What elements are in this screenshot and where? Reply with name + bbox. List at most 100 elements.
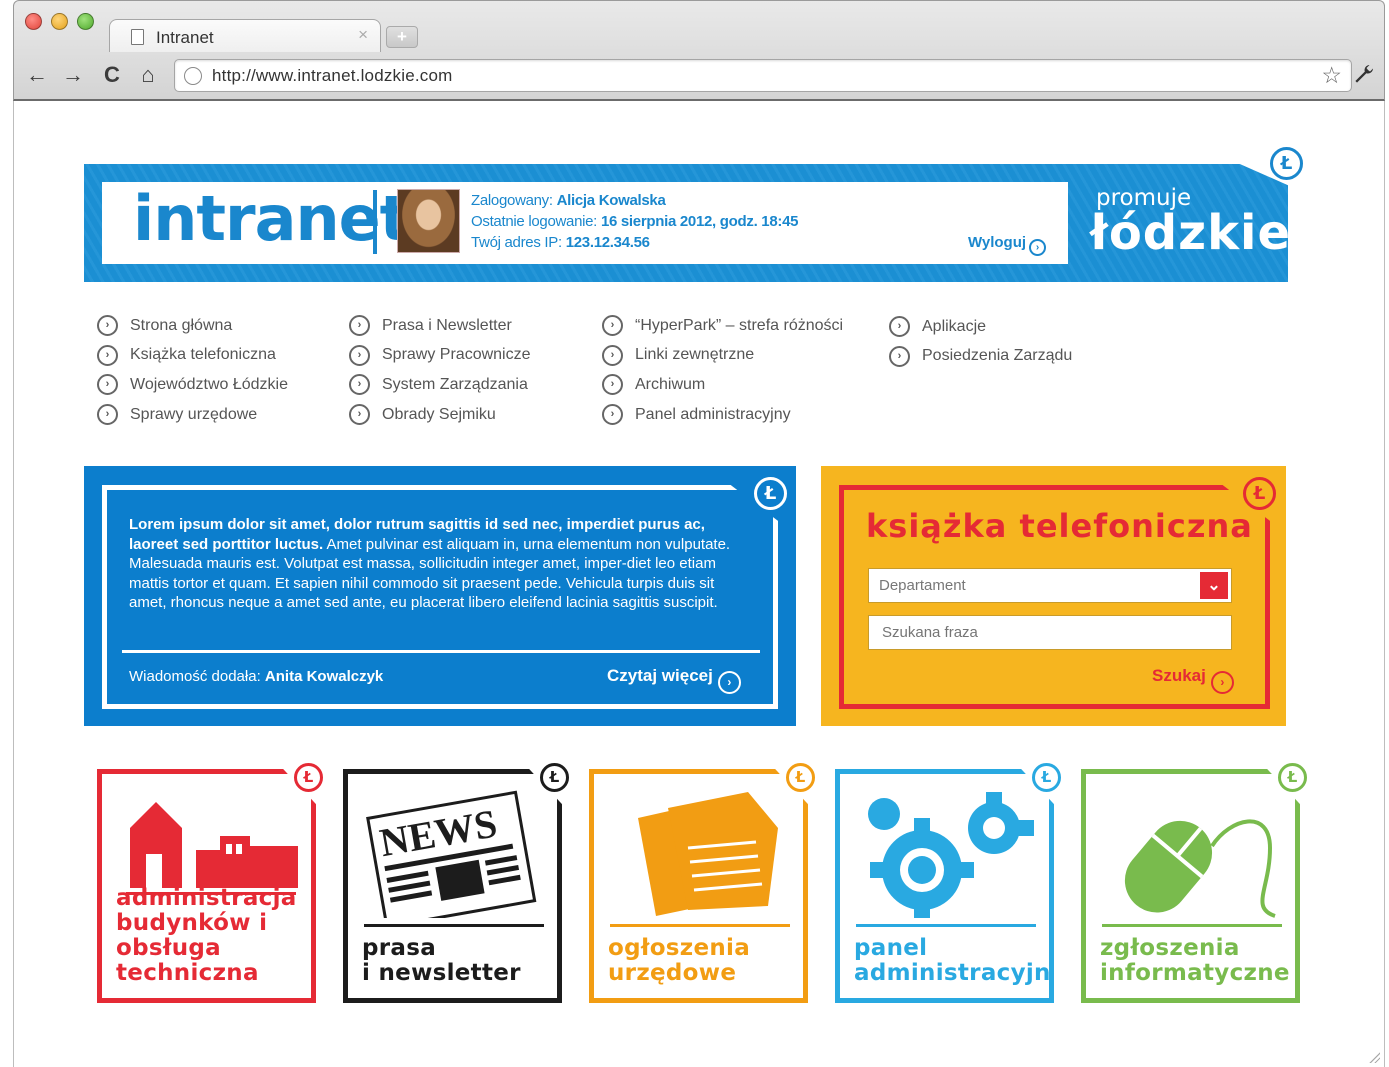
documents-icon (638, 792, 778, 916)
arrow-circle-icon: › (889, 345, 910, 367)
arrow-circle-icon: › (349, 374, 370, 396)
arrow-circle-icon: › (602, 404, 623, 426)
phonebook-title: książka telefoniczna (866, 507, 1253, 545)
menu-item-ksiazka-telefoniczna[interactable]: › Książka telefoniczna (97, 341, 288, 371)
lodzkie-badge-icon: Ł (754, 477, 787, 510)
tile-zgloszenia-informatyczne[interactable]: zgłoszenia informatyczne (1081, 769, 1300, 1003)
ip-value: 123.12.34.56 (565, 234, 650, 251)
search-input[interactable] (868, 615, 1232, 650)
department-value: Departament (879, 577, 966, 594)
tile-label: zgłoszenia informatyczne (1100, 935, 1290, 986)
url-text[interactable]: http://www.intranet.lodzkie.com (212, 66, 453, 86)
arrow-circle-icon: › (349, 344, 370, 366)
menu-item-panel-administracyjny[interactable]: › Panel administracyjny (602, 400, 843, 430)
new-tab-button[interactable]: + (386, 26, 418, 48)
last-login-line: Ostatnie logowanie: 16 sierpnia 2012, go… (471, 213, 799, 230)
avatar (397, 189, 460, 253)
mouse-icon (1124, 819, 1276, 918)
tile-prasa-newsletter[interactable]: NEWS prasa i newsletter (343, 769, 562, 1003)
arrow-circle-icon: › (97, 344, 118, 366)
menu-column-4: › Aplikacje › Posiedzenia Zarządu (889, 312, 1072, 371)
arrow-circle-icon: › (97, 374, 118, 396)
window-close-button[interactable] (25, 13, 42, 30)
menu-column-3: › “HyperPark” – strefa różności › Linki ze… (602, 311, 843, 429)
arrow-circle-icon: › (602, 374, 623, 396)
newspaper-icon: NEWS (366, 790, 537, 918)
department-select[interactable]: Departament ⌄ (868, 568, 1232, 603)
lodzkie-badge-icon: Ł (294, 763, 323, 792)
menu-item-aplikacje[interactable]: › Aplikacje (889, 312, 1072, 342)
last-login-value: 16 sierpnia 2012, godz. 18:45 (600, 213, 799, 230)
menu-item-posiedzenia-zarzadu[interactable]: › Posiedzenia Zarządu (889, 342, 1072, 372)
logged-user-line: Zalogowany: Alicja Kowalska (471, 192, 666, 209)
menu-item-wojewodztwo-lodzkie[interactable]: › Województwo Łódzkie (97, 370, 288, 400)
address-bar[interactable]: http://www.intranet.lodzkie.com ☆ (174, 59, 1352, 92)
menu-column-2: › Prasa i Newsletter › Sprawy Pracownicze … (349, 311, 531, 429)
menu-item-prasa-newsletter[interactable]: › Prasa i Newsletter (349, 311, 531, 341)
page-icon (131, 29, 144, 45)
menu-item-obrady-sejmiku[interactable]: › Obrady Sejmiku (349, 400, 531, 430)
author-name: Anita Kowalczyk (264, 668, 384, 685)
intranet-logo[interactable]: intranet (133, 182, 409, 255)
tab-close-icon[interactable]: × (358, 25, 368, 45)
arrow-circle-icon: › (97, 315, 118, 337)
tile-ogloszenia-urzedowe[interactable]: ogłoszenia urzędowe (589, 769, 808, 1003)
window-minimize-button[interactable] (51, 13, 68, 30)
arrow-circle-icon: › (1029, 239, 1047, 256)
arrow-circle-icon: › (889, 316, 910, 338)
arrow-circle-icon: › (717, 671, 741, 694)
header-divider (373, 190, 377, 254)
browser-tab[interactable]: Intranet × (109, 19, 381, 52)
tab-title: Intranet (156, 28, 214, 47)
tile-divider (610, 924, 790, 927)
arrow-circle-icon: › (349, 315, 370, 337)
menu-item-strona-glowna[interactable]: › Strona główna (97, 311, 288, 341)
menu-item-archiwum[interactable]: › Archiwum (602, 370, 843, 400)
arrow-circle-icon: › (1210, 671, 1234, 694)
tile-administracja[interactable]: administracja budynków i obsługa techniczna (97, 769, 316, 1003)
menu-item-sprawy-pracownicze[interactable]: › Sprawy Pracownicze (349, 341, 531, 371)
tile-label: panel administracyjny (854, 935, 1067, 986)
tile-divider (1102, 924, 1282, 927)
arrow-circle-icon: › (602, 315, 623, 337)
search-button[interactable]: Szukaj › (1152, 666, 1234, 694)
news-body: Lorem ipsum dolor sit amet, dolor rutrum… (129, 516, 731, 611)
read-more-link[interactable]: Czytaj więcej › (607, 666, 741, 694)
news-author: Wiadomość dodała: Anita Kowalczyk (129, 668, 384, 685)
menu-column-1: › Strona główna › Książka telefoniczna › Wo… (97, 311, 288, 429)
window-maximize-button[interactable] (77, 13, 94, 30)
menu-item-system-zarzadzania[interactable]: › System Zarządzania (349, 370, 531, 400)
chevron-down-icon[interactable]: ⌄ (1200, 572, 1228, 599)
menu-item-hyperpark[interactable]: › “HyperPark” – strefa różności (602, 311, 843, 341)
tile-divider (364, 924, 544, 927)
tile-label: prasa i newsletter (362, 935, 521, 986)
lodzkie-badge-icon: Ł (1032, 763, 1061, 792)
resize-grip-icon[interactable] (1368, 1051, 1380, 1063)
menu-item-sprawy-urzedowe[interactable]: › Sprawy urzędowe (97, 400, 288, 430)
lodzkie-badge-icon: Ł (1278, 763, 1307, 792)
browser-chrome: Intranet × + ← → C ⌂ http://www.intranet… (13, 0, 1385, 101)
lodzkie-badge-icon: Ł (1270, 147, 1303, 180)
user-name: Alicja Kowalska (556, 192, 666, 209)
tile-panel-administracyjny[interactable]: panel administracyjny (835, 769, 1054, 1003)
menu-item-linki-zewnetrzne[interactable]: › Linki zewnętrzne (602, 341, 843, 371)
ip-address-line: Twój adres IP: 123.12.34.56 (471, 234, 650, 251)
tile-label: ogłoszenia urzędowe (608, 935, 751, 986)
bookmark-star-icon[interactable]: ☆ (1321, 62, 1342, 89)
arrow-circle-icon: › (602, 344, 623, 366)
gears-icon (868, 792, 1034, 918)
logout-button[interactable]: Wyloguj › (968, 234, 1047, 256)
back-arrow-icon[interactable]: ← (24, 62, 50, 88)
lodzkie-badge-icon: Ł (786, 763, 815, 792)
reload-icon[interactable]: C (99, 62, 125, 88)
news-divider (122, 650, 760, 653)
wrench-icon[interactable] (1352, 62, 1376, 92)
arrow-circle-icon: › (349, 404, 370, 426)
home-icon[interactable]: ⌂ (135, 62, 161, 88)
tile-label: administracja budynków i obsługa techniczna (116, 885, 297, 986)
lodzkie-badge-icon: Ł (1243, 477, 1276, 510)
lodzkie-badge-icon: Ł (540, 763, 569, 792)
forward-arrow-icon[interactable]: → (60, 62, 86, 88)
arrow-circle-icon: › (97, 404, 118, 426)
lodzkie-logo[interactable]: łódzkie (1090, 205, 1291, 261)
